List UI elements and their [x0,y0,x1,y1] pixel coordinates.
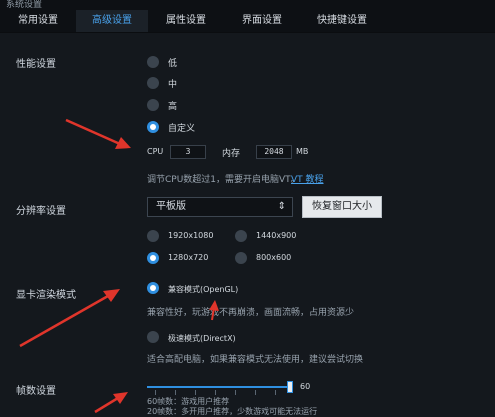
render-directx-radio[interactable] [147,331,159,343]
render-opengl-radio[interactable] [147,282,159,294]
tab-bar: 常用设置 高级设置 属性设置 界面设置 快捷键设置 [0,10,495,33]
device-select-value: 平板版 [156,201,186,212]
performance-low-label: 低 [168,59,178,69]
slider-tick [215,390,216,395]
resolution-1280-radio[interactable] [147,252,159,264]
framerate-slider-thumb[interactable] [287,381,293,393]
resolution-label: 分辨率设置 [16,206,66,217]
performance-mid-radio[interactable] [147,77,159,89]
render-opengl-desc: 兼容性好，玩游戏不再崩溃，画面流畅，占用资源少 [147,308,355,318]
title-bar: 系统设置 [0,0,495,10]
performance-high-radio[interactable] [147,99,159,111]
resolution-1920-label: 1920x1080 [168,231,214,240]
memory-unit: MB [296,147,309,156]
resolution-1280-label: 1280x720 [168,253,209,262]
chevron-updown-icon: ⇕ [277,201,286,212]
restore-window-size-button[interactable]: 恢复窗口大小 [302,196,382,218]
framerate-hint-20: 20帧数：多开用户推荐，少数游戏可能无法运行 [147,407,318,416]
resolution-1440-radio[interactable] [235,230,247,242]
render-directx-label: 极速模式(DirectX) [168,334,236,343]
arrow-framerate [94,396,119,414]
slider-tick [235,390,236,395]
resolution-1440-label: 1440x900 [256,231,297,240]
memory-input[interactable]: 2048 [256,145,292,159]
vt-hint: 调节CPU数超过1，需要开启电脑VT。 [147,175,300,185]
performance-low-radio[interactable] [147,56,159,68]
slider-tick [175,390,176,395]
performance-custom-radio[interactable] [147,121,159,133]
framerate-slider-track[interactable] [147,386,291,388]
cpu-label: CPU [147,147,164,156]
performance-mid-label: 中 [168,80,178,90]
render-opengl-label: 兼容模式(OpenGL) [168,285,239,294]
performance-high-label: 高 [168,102,178,112]
resolution-800-label: 800x600 [256,253,292,262]
memory-label: 内存 [222,149,241,159]
vt-tutorial-link[interactable]: VT 教程 [291,172,324,185]
slider-tick [195,390,196,395]
resolution-800-radio[interactable] [235,252,247,264]
arrow-performance [65,118,121,146]
framerate-value: 60 [300,382,311,391]
resolution-1920-radio[interactable] [147,230,159,242]
tab-advanced-settings[interactable]: 高级设置 [76,10,148,32]
tab-interface-settings[interactable]: 界面设置 [224,10,300,32]
arrow-render [19,294,109,348]
device-select[interactable]: 平板版 ⇕ [147,197,293,217]
slider-tick [255,390,256,395]
framerate-label: 帧数设置 [16,386,56,397]
slider-tick [275,390,276,395]
slider-tick [155,390,156,395]
performance-custom-label: 自定义 [168,124,196,134]
tab-property-settings[interactable]: 属性设置 [148,10,224,32]
cpu-count-input[interactable]: 3 [170,145,206,159]
tab-common-settings[interactable]: 常用设置 [0,10,76,32]
render-directx-desc: 适合高配电脑，如果兼容模式无法使用，建议尝试切换 [147,355,364,365]
tab-hotkey-settings[interactable]: 快捷键设置 [300,10,384,32]
render-mode-label: 显卡渲染模式 [16,290,76,301]
window-title: 系统设置 [6,0,43,10]
performance-label: 性能设置 [16,59,56,70]
